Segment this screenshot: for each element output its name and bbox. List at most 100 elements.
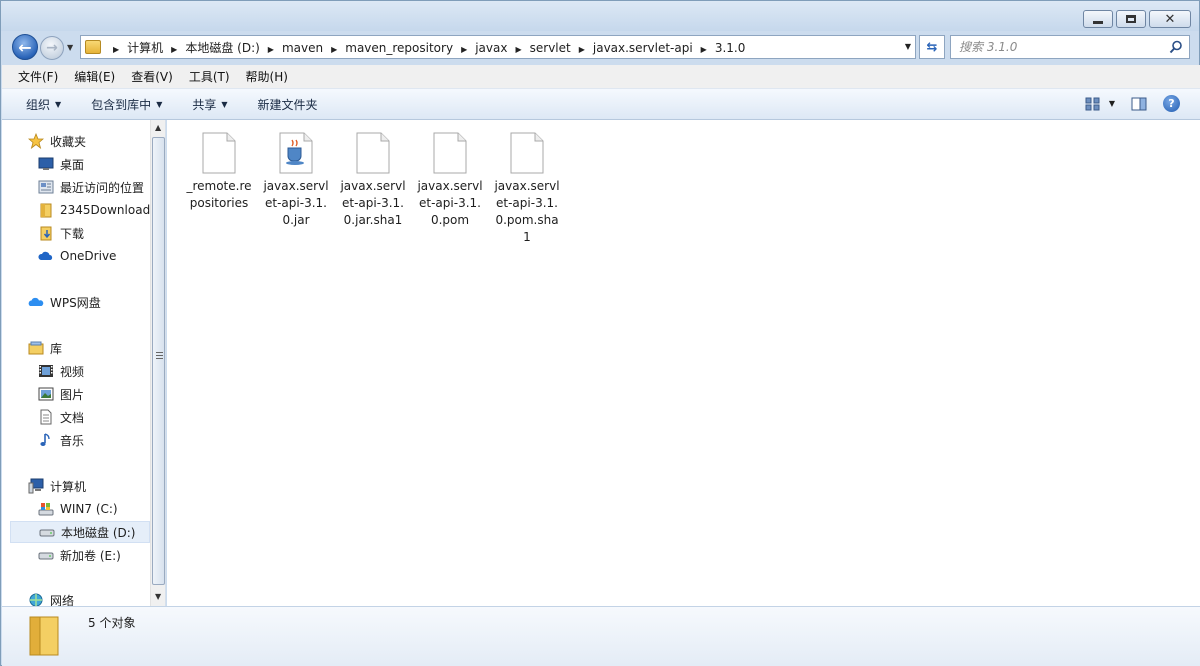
recent-pages-dropdown-icon[interactable]: ▼ [67, 43, 73, 52]
view-grid-icon [1085, 97, 1100, 110]
breadcrumb-separator-icon[interactable]: ▶ [331, 45, 337, 54]
breadcrumb-separator-icon[interactable]: ▶ [113, 45, 119, 54]
nav-item-drive-c[interactable]: WIN7 (C:) [38, 498, 118, 520]
folder-icon [85, 40, 101, 54]
file-name-line: et-api-3.1. [342, 196, 404, 210]
file-name-line: javax.servl [494, 179, 560, 193]
file-item[interactable]: javax.servl et-api-3.1. 0.pom [414, 132, 486, 229]
nav-item-label: 新加卷 (E:) [60, 548, 121, 563]
include-in-library-button[interactable]: 包含到库中 ▼ [91, 96, 162, 113]
menu-tools[interactable]: 工具(T) [189, 68, 230, 85]
minimize-button[interactable] [1083, 10, 1113, 28]
new-folder-label: 新建文件夹 [257, 97, 318, 112]
back-button[interactable]: ← [12, 34, 38, 60]
hard-drive-icon [39, 529, 55, 537]
network-icon [29, 593, 43, 606]
menu-edit[interactable]: 编辑(E) [74, 68, 115, 85]
breadcrumb-separator-icon[interactable]: ▶ [171, 45, 177, 54]
breadcrumb-item[interactable]: 3.1.0 [715, 41, 746, 55]
nav-item-label: 最近访问的位置 [60, 180, 145, 195]
forward-button[interactable]: → [40, 36, 64, 60]
navigation-scrollbar[interactable]: ▲ ▼ [150, 120, 165, 606]
breadcrumb-separator-icon[interactable]: ▶ [268, 45, 274, 54]
nav-libraries-label: 库 [50, 341, 63, 356]
search-box[interactable] [950, 35, 1190, 59]
nav-computer[interactable]: 计算机 [28, 475, 86, 497]
file-name-line: positories [189, 196, 249, 210]
scrollbar-thumb[interactable] [152, 137, 165, 585]
nav-item-label: 图片 [60, 387, 85, 402]
file-list[interactable]: _remote.re positories javax.servl et-api-3.… [167, 120, 1200, 606]
preview-pane-icon[interactable] [1131, 96, 1147, 112]
details-pane: 5 个对象 [2, 606, 1200, 666]
nav-wps-cloud[interactable]: WPS网盘 [28, 291, 101, 313]
nav-item-label: 视频 [60, 364, 85, 379]
include-in-library-label: 包含到库中 [91, 97, 152, 112]
nav-item-drive-d[interactable]: 本地磁盘 (D:) [10, 521, 150, 543]
close-button[interactable]: ✕ [1149, 10, 1191, 28]
file-item[interactable]: _remote.re positories [183, 132, 255, 212]
nav-item-drive-e[interactable]: 新加卷 (E:) [38, 544, 121, 566]
file-item[interactable]: javax.servl et-api-3.1. 0.jar.sha1 [337, 132, 409, 229]
view-controls: ▼ ? [1085, 95, 1180, 112]
video-icon [39, 365, 53, 377]
desktop-icon [38, 157, 54, 170]
file-name-line: et-api-3.1. [496, 196, 558, 210]
nav-item-label: 文档 [60, 410, 85, 425]
search-input[interactable] [959, 40, 1159, 54]
breadcrumb-separator-icon[interactable]: ▶ [701, 45, 707, 54]
search-icon[interactable] [1169, 40, 1183, 54]
nav-item-onedrive[interactable]: OneDrive [38, 245, 116, 267]
breadcrumb: ▶ 计算机 ▶ 本地磁盘 (D:) ▶ maven ▶ maven_repository ▶ ja… [105, 39, 745, 56]
wps-cloud-icon [28, 297, 44, 306]
maximize-button[interactable] [1116, 10, 1146, 28]
file-name-line: et-api-3.1. [265, 196, 327, 210]
breadcrumb-separator-icon[interactable]: ▶ [461, 45, 467, 54]
nav-item-pictures[interactable]: 图片 [38, 383, 84, 405]
nav-item-recent-places[interactable]: 最近访问的位置 [38, 176, 144, 198]
refresh-button[interactable]: ⇆ [919, 35, 945, 59]
change-view-button[interactable]: ▼ [1085, 96, 1115, 112]
address-history-dropdown-icon[interactable]: ▼ [905, 42, 911, 51]
nav-network[interactable]: 网络 [28, 589, 74, 606]
maximize-icon [1126, 15, 1136, 23]
organize-button[interactable]: 组织 ▼ [26, 96, 61, 113]
scroll-down-arrow-icon[interactable]: ▼ [155, 592, 161, 601]
file-item[interactable]: javax.servl et-api-3.1. 0.jar [260, 132, 332, 229]
nav-item-2345downloads[interactable]: 2345Downloads [38, 199, 156, 221]
nav-item-desktop[interactable]: 桌面 [38, 153, 84, 175]
file-name-line: javax.servl [417, 179, 483, 193]
help-icon[interactable]: ? [1163, 95, 1180, 112]
breadcrumb-item[interactable]: 本地磁盘 (D:) [185, 41, 259, 55]
menu-help[interactable]: 帮助(H) [246, 68, 288, 85]
nav-item-music[interactable]: 音乐 [38, 429, 84, 451]
title-bar[interactable]: ✕ [1, 1, 1199, 31]
recent-places-icon [38, 180, 54, 194]
nav-libraries[interactable]: 库 [28, 337, 62, 359]
forward-arrow-icon: → [46, 40, 58, 56]
navigation-pane: 收藏夹 桌面 最近访问的位置 2345Downloads 下载 OneDrive… [2, 120, 166, 606]
share-button[interactable]: 共享 ▼ [192, 96, 227, 113]
nav-item-documents[interactable]: 文档 [38, 406, 84, 428]
breadcrumb-item[interactable]: javax [475, 41, 507, 55]
nav-item-label: 2345Downloads [60, 203, 157, 217]
breadcrumb-item[interactable]: maven_repository [345, 41, 453, 55]
file-item[interactable]: javax.servl et-api-3.1. 0.pom.sha 1 [491, 132, 563, 246]
scroll-up-arrow-icon[interactable]: ▲ [155, 123, 161, 132]
breadcrumb-item[interactable]: servlet [530, 41, 571, 55]
nav-favorites[interactable]: 收藏夹 [28, 130, 86, 152]
breadcrumb-item[interactable]: javax.servlet-api [593, 41, 693, 55]
menu-view[interactable]: 查看(V) [131, 68, 173, 85]
nav-item-downloads[interactable]: 下载 [38, 222, 84, 244]
dropdown-arrow-icon: ▼ [55, 99, 62, 109]
breadcrumb-separator-icon[interactable]: ▶ [515, 45, 521, 54]
menu-file[interactable]: 文件(F) [18, 68, 58, 85]
breadcrumb-item[interactable]: maven [282, 41, 323, 55]
breadcrumb-separator-icon[interactable]: ▶ [579, 45, 585, 54]
item-count-text: 5 个对象 [88, 616, 136, 630]
breadcrumb-item[interactable]: 计算机 [127, 41, 163, 55]
explorer-window: ✕ ← → ▼ ▶ 计算机 ▶ 本地磁盘 (D:) ▶ maven ▶ maven_repos… [0, 0, 1200, 666]
new-folder-button[interactable]: 新建文件夹 [258, 96, 318, 113]
nav-item-videos[interactable]: 视频 [38, 360, 84, 382]
address-bar[interactable]: ▶ 计算机 ▶ 本地磁盘 (D:) ▶ maven ▶ maven_repository ▶ ja… [80, 35, 916, 59]
